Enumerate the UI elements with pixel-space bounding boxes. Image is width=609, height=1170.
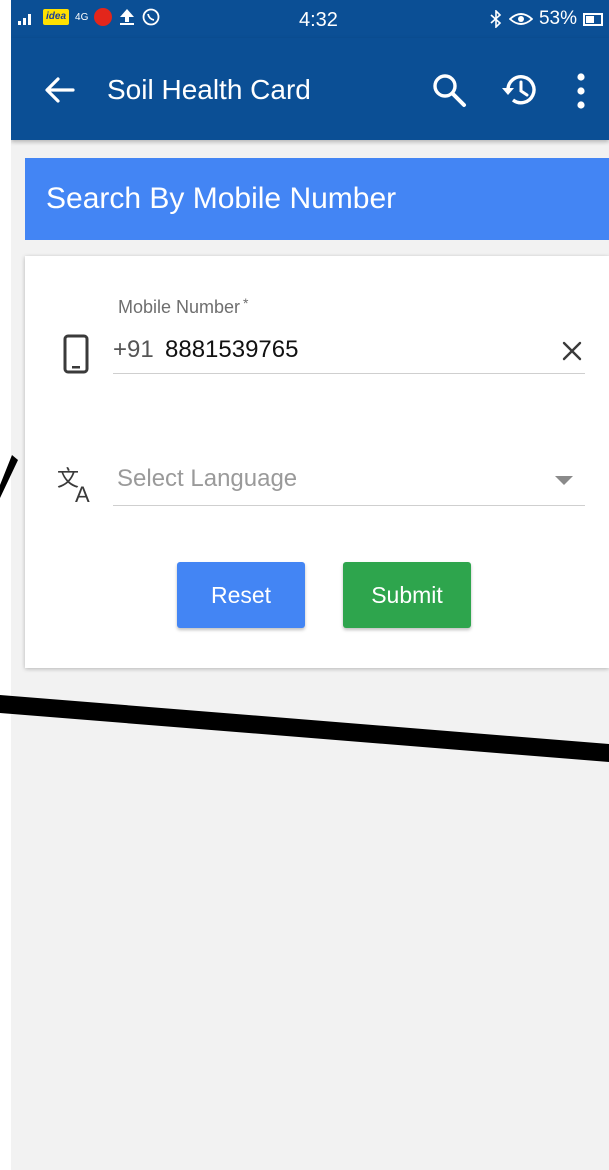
search-icon[interactable] (431, 72, 467, 108)
bluetooth-icon (490, 10, 502, 28)
search-form-card: Mobile Number * +91 8881539765 文 A Select… (25, 256, 609, 668)
carrier-badge: idea (43, 9, 70, 25)
mobile-number-value[interactable]: 8881539765 (165, 336, 298, 364)
translate-icon: 文 A (57, 467, 90, 504)
mobile-number-input[interactable]: +91 8881539765 (113, 334, 585, 374)
vodafone-icon (94, 8, 113, 26)
status-bar-left: idea 4G (17, 8, 160, 26)
more-vert-icon[interactable] (571, 72, 591, 110)
language-select-placeholder: Select Language (117, 465, 298, 492)
phone-screenshot: idea 4G 4:32 53% Soil Health Card Search… (0, 0, 609, 1170)
status-bar-right: 53% (489, 8, 603, 30)
smartphone-icon (63, 334, 89, 374)
country-code-prefix: +91 (113, 336, 154, 363)
history-icon[interactable] (499, 71, 539, 109)
battery-icon (583, 12, 603, 26)
battery-percent: 53% (538, 8, 577, 29)
reset-button[interactable]: Reset (177, 562, 305, 628)
app-screen: idea 4G 4:32 53% Soil Health Card Search… (11, 0, 609, 1170)
mobile-number-label-text: Mobile Number (118, 297, 241, 317)
dropdown-caret-icon[interactable] (555, 476, 573, 486)
status-bar: idea 4G 4:32 53% (11, 0, 609, 38)
signal-icon (18, 14, 31, 25)
eye-comfort-icon (508, 13, 533, 25)
required-mark: * (243, 295, 249, 311)
back-arrow-icon[interactable] (43, 75, 75, 105)
status-time: 4:32 (299, 9, 338, 31)
clear-icon[interactable] (561, 340, 583, 362)
upload-icon (120, 9, 135, 25)
mobile-number-label: Mobile Number * (118, 295, 249, 318)
app-bar: Soil Health Card (11, 38, 609, 140)
app-title: Soil Health Card (107, 74, 311, 105)
language-select[interactable]: Select Language (113, 462, 585, 506)
network-type: 4G (75, 11, 89, 23)
submit-button[interactable]: Submit (343, 562, 471, 628)
svg-text:A: A (75, 482, 90, 504)
whatsapp-icon (142, 8, 160, 26)
section-title: Search By Mobile Number (25, 158, 609, 240)
